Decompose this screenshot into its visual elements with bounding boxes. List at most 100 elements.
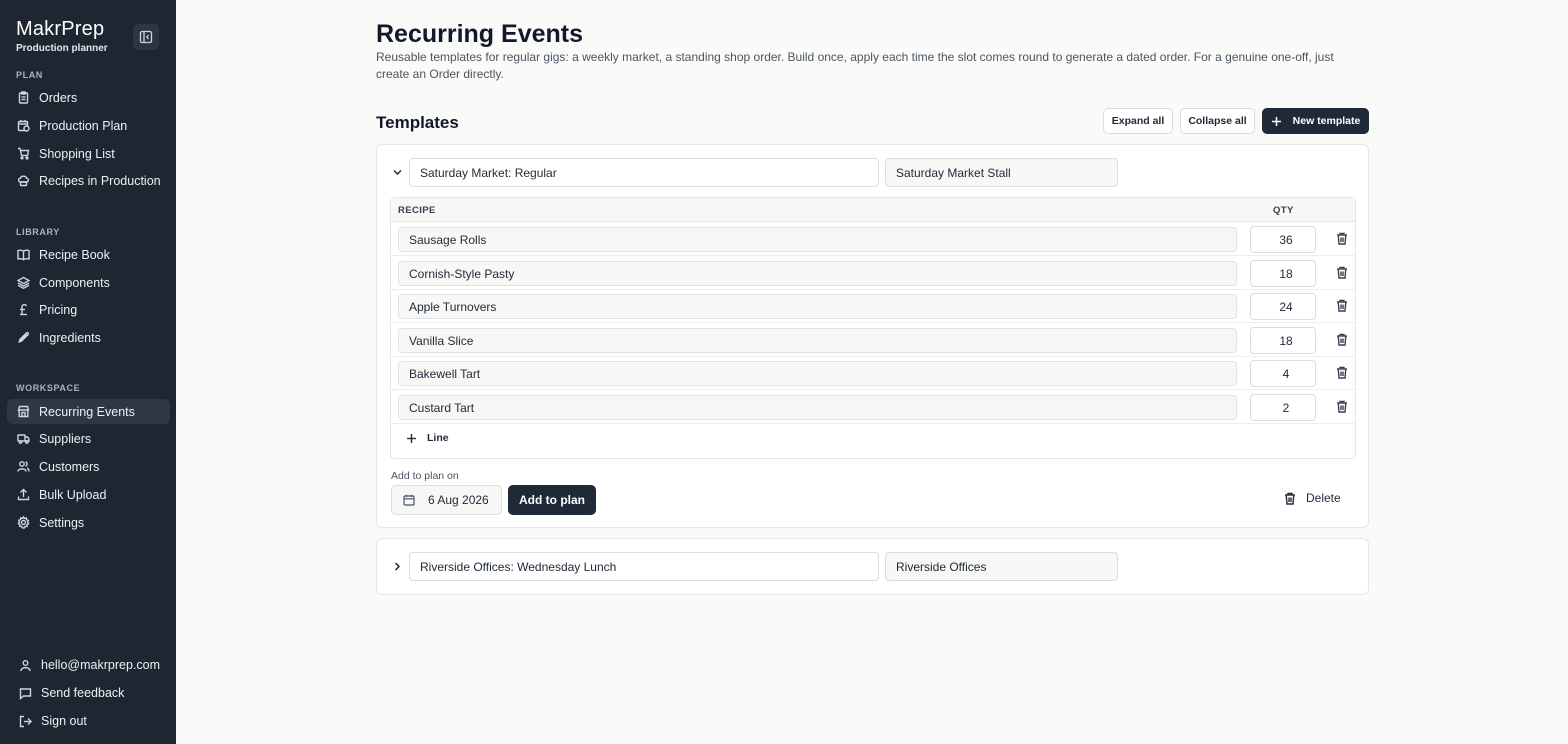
qty-input[interactable]: 18 xyxy=(1250,327,1316,354)
clipboard-icon xyxy=(16,91,30,105)
template-customer-select[interactable]: Riverside Offices xyxy=(885,552,1118,581)
nav-item-components[interactable]: Components xyxy=(7,270,170,295)
recipe-select[interactable]: Custard Tart xyxy=(398,395,1237,420)
recipe-select[interactable]: Vanilla Slice xyxy=(398,328,1237,353)
calendar-icon xyxy=(403,494,415,506)
template-card: Saturday Market: Regular Saturday Market… xyxy=(376,144,1369,528)
sign-out-label: Sign out xyxy=(41,714,87,728)
column-header-qty: QTY xyxy=(1273,205,1294,216)
template-lines-table: RECIPE QTY Sausage Rolls 36 Cornish-Styl… xyxy=(390,197,1356,459)
gear-icon xyxy=(16,516,30,530)
message-square-icon xyxy=(18,686,32,700)
trash-icon xyxy=(1337,232,1347,245)
page-description: Reusable templates for regular gigs: a w… xyxy=(376,50,1334,81)
delete-line-button[interactable] xyxy=(1335,365,1349,379)
plan-date-picker[interactable]: 6 Aug 2026 xyxy=(391,485,502,515)
collapse-sidebar-button[interactable] xyxy=(133,24,159,50)
sign-out-link[interactable]: Sign out xyxy=(18,711,87,731)
nav-label: Recipe Book xyxy=(39,247,110,262)
plan-date-value: 6 Aug 2026 xyxy=(428,493,489,507)
account-email-label: hello@makrprep.com xyxy=(41,658,160,672)
qty-input[interactable]: 2 xyxy=(1250,394,1316,421)
column-header-recipe: RECIPE xyxy=(398,205,436,216)
template-name-input[interactable]: Riverside Offices: Wednesday Lunch xyxy=(409,552,879,581)
new-template-label: New template xyxy=(1292,115,1361,127)
nav-item-recurring-events[interactable]: Recurring Events xyxy=(7,399,170,424)
delete-line-button[interactable] xyxy=(1335,265,1349,279)
send-feedback-link[interactable]: Send feedback xyxy=(18,683,124,703)
plus-icon xyxy=(1271,116,1281,126)
nav-item-suppliers[interactable]: Suppliers xyxy=(7,426,170,451)
new-template-button[interactable]: New template xyxy=(1262,108,1369,134)
trash-icon xyxy=(1337,299,1347,312)
table-row: Apple Turnovers 24 xyxy=(391,289,1355,323)
table-row: Custard Tart 2 xyxy=(391,390,1355,424)
nav-label: Suppliers xyxy=(39,431,92,446)
truck-icon xyxy=(16,432,30,446)
trash-icon xyxy=(1337,266,1347,279)
recipe-select[interactable]: Apple Turnovers xyxy=(398,294,1237,319)
store-icon xyxy=(16,405,30,419)
delete-line-button[interactable] xyxy=(1335,399,1349,413)
cart-icon xyxy=(16,147,30,161)
qty-input[interactable]: 18 xyxy=(1250,260,1316,287)
delete-template-button[interactable]: Delete xyxy=(1284,491,1341,505)
add-line-label: Line xyxy=(427,432,449,444)
upload-icon xyxy=(16,488,30,502)
collapse-template-toggle[interactable] xyxy=(390,165,404,179)
nav-label: Ingredients xyxy=(39,330,101,345)
qty-input[interactable]: 4 xyxy=(1250,360,1316,387)
section-label-workspace: WORKSPACE xyxy=(16,383,81,393)
template-name-input[interactable]: Saturday Market: Regular xyxy=(409,158,879,187)
nav-label: Customers xyxy=(39,459,100,474)
nav-label: Recipes in Production xyxy=(39,173,161,188)
chef-hat-icon xyxy=(16,174,30,188)
nav-label: Pricing xyxy=(39,302,78,317)
page-title: Recurring Events xyxy=(376,20,584,48)
qty-input[interactable]: 36 xyxy=(1250,226,1316,253)
expand-template-toggle[interactable] xyxy=(390,559,404,573)
nav-label: Bulk Upload xyxy=(39,487,107,502)
nav-label: Shopping List xyxy=(39,146,115,161)
qty-input[interactable]: 24 xyxy=(1250,293,1316,320)
user-icon xyxy=(18,658,32,672)
layers-icon xyxy=(16,276,30,290)
expand-all-button[interactable]: Expand all xyxy=(1103,108,1173,134)
nav-item-orders[interactable]: Orders xyxy=(7,85,170,110)
delete-template-label: Delete xyxy=(1306,491,1341,505)
nav-item-production-plan[interactable]: Production Plan xyxy=(7,113,170,138)
wheat-icon xyxy=(16,331,30,345)
collapse-all-button[interactable]: Collapse all xyxy=(1180,108,1255,134)
log-out-icon xyxy=(18,714,32,728)
delete-line-button[interactable] xyxy=(1335,298,1349,312)
brand-name: MakrPrep xyxy=(16,18,105,40)
nav-item-pricing[interactable]: Pricing xyxy=(7,297,170,322)
users-icon xyxy=(16,460,30,474)
nav-item-settings[interactable]: Settings xyxy=(7,510,170,535)
brand: MakrPrep Production planner xyxy=(16,18,108,54)
table-row: Bakewell Tart 4 xyxy=(391,356,1355,390)
recipe-select[interactable]: Cornish-Style Pasty xyxy=(398,261,1237,286)
nav-label: Orders xyxy=(39,90,78,105)
nav-item-customers[interactable]: Customers xyxy=(7,454,170,479)
nav-item-recipe-book[interactable]: Recipe Book xyxy=(7,242,170,267)
sidebar: MakrPrep Production planner PLAN Orders … xyxy=(0,0,176,744)
account-email[interactable]: hello@makrprep.com xyxy=(18,655,160,675)
nav-label: Production Plan xyxy=(39,118,128,133)
nav-item-bulk-upload[interactable]: Bulk Upload xyxy=(7,482,170,507)
trash-icon xyxy=(1337,333,1347,346)
add-to-plan-label: Add to plan on xyxy=(391,470,459,482)
recipe-select[interactable]: Sausage Rolls xyxy=(398,227,1237,252)
add-to-plan-button[interactable]: Add to plan xyxy=(508,485,596,515)
trash-icon xyxy=(1337,400,1347,413)
delete-line-button[interactable] xyxy=(1335,332,1349,346)
nav-item-shopping-list[interactable]: Shopping List xyxy=(7,141,170,166)
nav-item-ingredients[interactable]: Ingredients xyxy=(7,325,170,350)
template-card: Riverside Offices: Wednesday Lunch River… xyxy=(376,538,1369,595)
recipe-select[interactable]: Bakewell Tart xyxy=(398,361,1237,386)
add-line-button[interactable]: Line xyxy=(406,432,449,444)
section-label-plan: PLAN xyxy=(16,70,43,80)
template-customer-select[interactable]: Saturday Market Stall xyxy=(885,158,1118,187)
nav-item-recipes-in-production[interactable]: Recipes in Production xyxy=(7,168,170,193)
delete-line-button[interactable] xyxy=(1335,231,1349,245)
